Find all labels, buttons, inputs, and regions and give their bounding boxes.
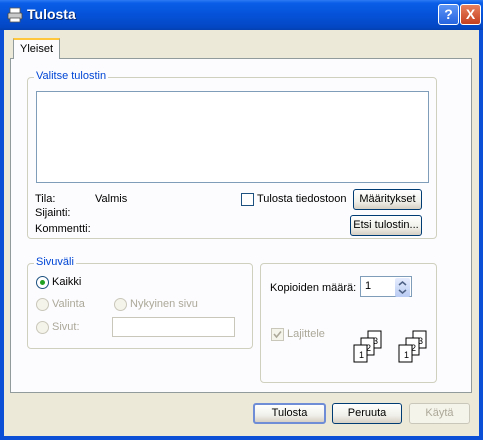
selection-label[interactable]: Valinta — [52, 298, 85, 310]
status-value: Valmis — [95, 193, 128, 205]
printer-select-group: Valitse tulostin Tila: Valmis Sijainti: … — [27, 70, 437, 239]
checkmark-icon — [273, 330, 282, 339]
all-pages-radio[interactable] — [36, 276, 49, 289]
collate-digit: 1 — [359, 350, 364, 360]
tab-page-general: Valitse tulostin Tila: Valmis Sijainti: … — [10, 58, 472, 393]
page-range-group-label: Sivuväli — [34, 256, 76, 268]
apply-button[interactable]: Käytä — [409, 403, 470, 424]
printer-icon — [7, 7, 23, 23]
find-printer-button[interactable]: Etsi tulostin... — [350, 215, 422, 236]
tab-general[interactable]: Yleiset — [13, 38, 61, 59]
print-to-file-checkbox[interactable] — [241, 193, 254, 206]
pages-radio[interactable] — [36, 321, 49, 334]
pages-input[interactable] — [112, 317, 235, 337]
collate-checkbox[interactable] — [271, 328, 284, 341]
status-label: Tila: — [35, 193, 56, 205]
printer-list[interactable] — [36, 91, 429, 183]
copies-group: Kopioiden määrä: 1 Lajittele 3 2 1 3 2 1 — [260, 263, 437, 383]
collate-digit: 3 — [418, 336, 423, 346]
selection-radio[interactable] — [36, 298, 49, 311]
collate-pages-icon: 3 2 1 — [353, 330, 382, 363]
radio-selected-dot — [40, 280, 45, 285]
all-pages-label[interactable]: Kaikki — [52, 276, 81, 288]
properties-button[interactable]: Määritykset — [353, 189, 422, 210]
spinner-arrows-icon — [398, 281, 407, 294]
print-to-file-label[interactable]: Tulosta tiedostoon — [257, 193, 346, 205]
collate-pages-icon: 3 2 1 — [398, 330, 427, 363]
spinner-arrows[interactable] — [395, 278, 410, 297]
close-button[interactable]: X — [460, 4, 481, 25]
location-label: Sijainti: — [35, 207, 71, 219]
print-button[interactable]: Tulosta — [253, 403, 326, 424]
page-range-group: Sivuväli Kaikki Valinta Nykyinen sivu Si… — [27, 256, 253, 349]
current-page-label[interactable]: Nykyinen sivu — [130, 298, 198, 310]
printer-select-group-label: Valitse tulostin — [34, 70, 109, 82]
collate-digit: 2 — [411, 343, 416, 353]
current-page-radio[interactable] — [114, 298, 127, 311]
comment-label: Kommentti: — [35, 223, 91, 235]
help-button[interactable]: ? — [438, 4, 459, 25]
title-bar[interactable]: Tulosta ? X — [0, 0, 483, 30]
dialog-client-area: Yleiset Valitse tulostin Tila: Valmis Si… — [4, 30, 479, 436]
pages-label[interactable]: Sivut: — [52, 321, 80, 333]
print-dialog-window: Tulosta ? X Yleiset Valitse tulostin Til… — [0, 0, 483, 440]
collate-digit: 1 — [404, 350, 409, 360]
window-title: Tulosta — [27, 6, 76, 22]
copies-count-value: 1 — [365, 280, 372, 292]
collate-label[interactable]: Lajittele — [287, 328, 325, 340]
cancel-button[interactable]: Peruuta — [332, 403, 402, 424]
collate-digit: 2 — [366, 343, 371, 353]
copies-count-label: Kopioiden määrä: — [270, 282, 357, 294]
copies-count-spinner[interactable]: 1 — [360, 276, 412, 297]
collate-digit: 3 — [373, 336, 378, 346]
